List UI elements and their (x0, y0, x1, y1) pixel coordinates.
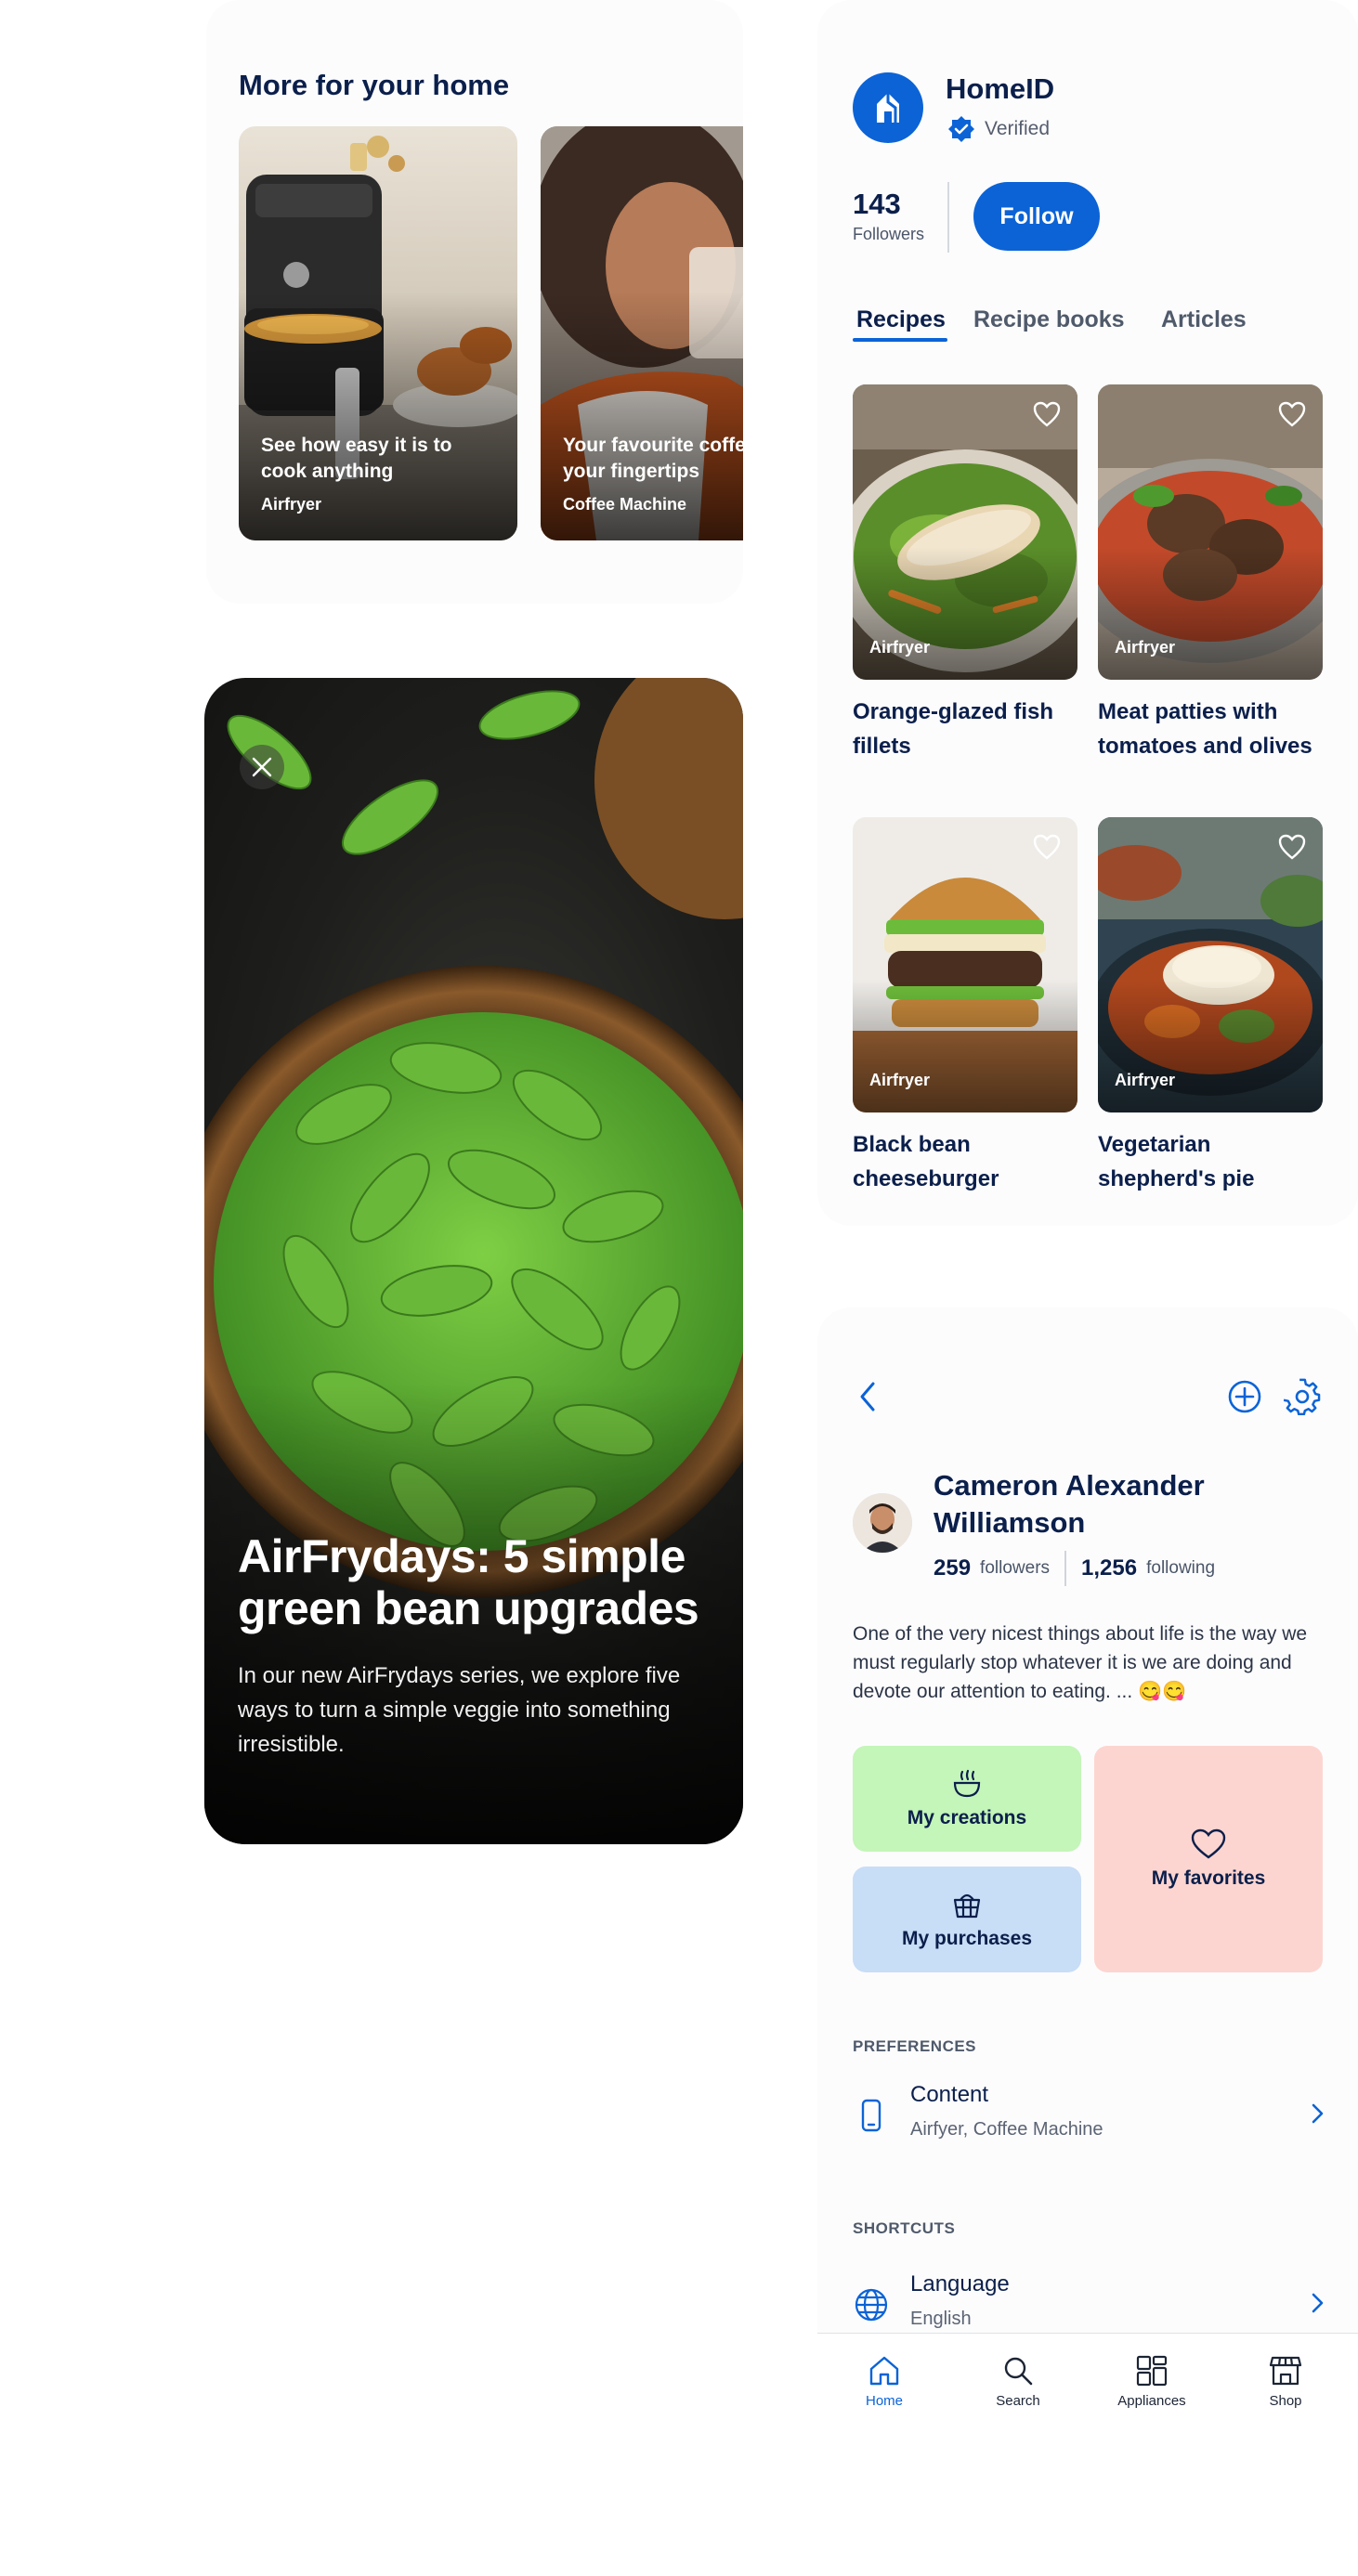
user-bio: One of the very nicest things about life… (853, 1623, 1308, 1702)
recipe-name: Meat patties with tomatoes and olives (1098, 699, 1312, 759)
recipe-tag: Airfryer (869, 638, 931, 657)
tab-articles[interactable]: Articles (1161, 306, 1247, 333)
tile-label: My purchases (901, 1928, 1033, 1949)
recipe-tag: Airfryer (1115, 1071, 1176, 1089)
cooking-pot-icon (953, 1769, 981, 1798)
row-title: Content (910, 2082, 989, 2107)
bottom-navigation: Home Search Appliances Shop (817, 2333, 1358, 2468)
chevron-right-icon (1312, 2103, 1324, 2124)
promo-card-title: See how easy it is to cook anything (261, 435, 452, 482)
verified-badge: Verified (947, 115, 1050, 143)
promo-card-title: Your favourite coffee your fingertips (563, 435, 743, 482)
recipe-tag: Airfryer (869, 1071, 931, 1089)
brand-logo (853, 72, 923, 143)
close-button[interactable] (240, 745, 284, 789)
nav-shop[interactable]: Shop (1239, 2354, 1332, 2409)
tab-recipe-books[interactable]: Recipe books (973, 306, 1125, 333)
image-gradient (1098, 979, 1323, 1112)
search-icon (1004, 2357, 1033, 2386)
row-title: Language (910, 2271, 1010, 2296)
back-chevron-icon[interactable] (851, 1378, 888, 1415)
my-purchases-button[interactable]: My purchases (853, 1867, 1081, 1972)
preferences-section-label: PREFERENCES (853, 2037, 977, 2055)
recipe-image: Airfryer (853, 817, 1077, 1112)
tile-label: My favorites (1151, 1867, 1266, 1889)
row-subtitle: Airfyer, Coffee Machine (910, 2119, 1103, 2140)
appliances-grid-icon (1136, 2355, 1168, 2387)
brand-profile-panel: HomeID Verified 143 Followers Follow Rec… (817, 0, 1358, 1226)
tab-recipes[interactable]: Recipes (856, 306, 946, 333)
tile-label: My creations (907, 1807, 1027, 1828)
close-icon (252, 757, 272, 777)
shop-icon (1269, 2356, 1302, 2386)
user-name: Cameron Alexander Williamson (934, 1469, 1205, 1539)
image-gradient (1098, 546, 1323, 680)
content-preference-row[interactable]: Content Airfyer, Coffee Machine (853, 2082, 1326, 2156)
heart-icon[interactable] (1033, 834, 1061, 860)
followers-label: followers (980, 1558, 1051, 1578)
nav-label: Search (996, 2393, 1040, 2409)
recipe-card[interactable]: Airfryer Black bean cheeseburger (853, 817, 1077, 1196)
home-logo-icon (877, 93, 899, 123)
recipe-tag: Airfryer (1115, 638, 1176, 657)
promo-card-tag: Airfryer (261, 495, 322, 514)
settings-gear-icon[interactable] (1284, 1378, 1321, 1415)
my-favorites-button[interactable]: My favorites (1094, 1746, 1323, 1972)
heart-icon[interactable] (1278, 401, 1306, 427)
recipe-name: Black bean cheeseburger (853, 1132, 999, 1191)
recipe-name: Orange-glazed fish fillets (853, 699, 1054, 759)
heart-icon (1191, 1828, 1226, 1859)
recipe-card[interactable]: Airfryer Meat patties with tomatoes and … (1098, 384, 1323, 763)
divider (947, 182, 949, 253)
nav-appliances[interactable]: Appliances (1105, 2354, 1198, 2409)
recipe-image: Airfryer (1098, 384, 1323, 680)
home-icon (869, 2356, 899, 2386)
verified-label: Verified (985, 118, 1051, 139)
chevron-right-icon (1312, 2293, 1324, 2313)
nav-search[interactable]: Search (972, 2354, 1064, 2409)
following-label: following (1146, 1558, 1216, 1578)
image-gradient (853, 546, 1077, 680)
article-title: AirFrydays: 5 simple green bean upgrades (238, 1530, 699, 1634)
followers-count: 259 (934, 1555, 972, 1581)
recipe-image: Airfryer (853, 384, 1077, 680)
active-tab-indicator (853, 338, 947, 342)
shortcuts-section-label: SHORTCUTS (853, 2219, 956, 2237)
section-title: More for your home (239, 69, 510, 101)
nav-home[interactable]: Home (838, 2354, 931, 2409)
divider (1064, 1551, 1067, 1586)
phone-icon (861, 2099, 881, 2132)
article-description: In our new AirFrydays series, we explore… (238, 1663, 681, 1757)
recipe-card[interactable]: Airfryer Orange-glazed fish fillets (853, 384, 1077, 763)
verified-icon (948, 116, 974, 142)
promo-card-airfryer[interactable]: See how easy it is to cook anything Airf… (239, 126, 517, 540)
more-for-home-panel: More for your home See how easy it is to… (206, 0, 743, 604)
basket-icon (953, 1893, 981, 1919)
recipe-image: Airfryer (1098, 817, 1323, 1112)
add-icon[interactable] (1226, 1378, 1263, 1415)
recipe-card[interactable]: Airfryer Vegetarian shepherd's pie (1098, 817, 1323, 1196)
heart-icon[interactable] (1278, 834, 1306, 860)
image-gradient (853, 979, 1077, 1112)
promo-card-tag: Coffee Machine (563, 495, 687, 514)
promo-card-coffee[interactable]: Your favourite coffee your fingertips Co… (541, 126, 743, 540)
nav-label: Shop (1269, 2393, 1302, 2409)
user-avatar-portrait (853, 1493, 912, 1553)
recipe-name: Vegetarian shepherd's pie (1098, 1132, 1255, 1191)
user-stats: 259 followers 1,256 following (934, 1551, 1215, 1586)
nav-label: Home (865, 2393, 903, 2409)
brand-name: HomeID (946, 72, 1055, 105)
nav-label: Appliances (1117, 2393, 1186, 2409)
following-count: 1,256 (1081, 1555, 1138, 1581)
follow-button[interactable]: Follow (973, 182, 1100, 251)
followers-label: Followers (853, 225, 925, 243)
article-card[interactable]: AirFrydays: 5 simple green bean upgrades… (204, 678, 743, 1844)
heart-icon[interactable] (1033, 401, 1061, 427)
globe-icon (855, 2288, 888, 2322)
user-profile-panel: Cameron Alexander Williamson 259 followe… (817, 1308, 1358, 2468)
followers-count: 143 (853, 188, 901, 220)
avatar[interactable] (853, 1493, 912, 1553)
row-subtitle: English (910, 2309, 972, 2329)
my-creations-button[interactable]: My creations (853, 1746, 1081, 1852)
